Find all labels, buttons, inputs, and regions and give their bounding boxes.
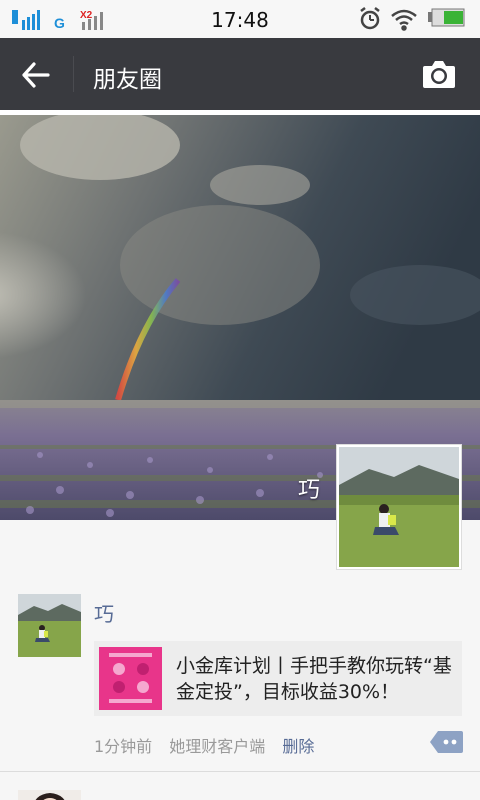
- share-thumbnail: [99, 647, 162, 710]
- battery-icon: [428, 8, 465, 27]
- comment-icon[interactable]: [430, 731, 463, 753]
- next-post-avatar[interactable]: [18, 790, 81, 800]
- post-author[interactable]: 巧: [94, 598, 114, 627]
- post-meta: 1分钟前 她理财客户端 删除: [94, 733, 326, 757]
- avatar-image: [339, 447, 459, 567]
- camera-icon[interactable]: [422, 59, 456, 89]
- post-separator: [0, 771, 480, 772]
- share-card[interactable]: 小金库计划丨手把手教你玩转“基金定投”，目标收益30%！: [94, 641, 462, 716]
- alarm-icon: [360, 7, 380, 30]
- post-avatar[interactable]: [18, 594, 81, 657]
- page-title: 朋友圈: [93, 67, 162, 93]
- status-icons: [360, 7, 465, 31]
- cover-avatar[interactable]: [336, 444, 462, 570]
- status-bar: G X2 17:48: [0, 0, 480, 38]
- arrow-left-icon[interactable]: [20, 60, 50, 90]
- delete-button[interactable]: 删除: [282, 737, 314, 756]
- post-time: 1分钟前: [94, 737, 153, 756]
- nav-bar: 朋友圈: [0, 38, 480, 110]
- nav-divider: [73, 56, 74, 92]
- cover-user-name: 巧: [297, 478, 320, 503]
- share-title: 小金库计划丨手把手教你玩转“基金定投”，目标收益30%！: [176, 655, 452, 703]
- post-source[interactable]: 她理财客户端: [169, 737, 265, 756]
- wifi-icon: [391, 9, 417, 31]
